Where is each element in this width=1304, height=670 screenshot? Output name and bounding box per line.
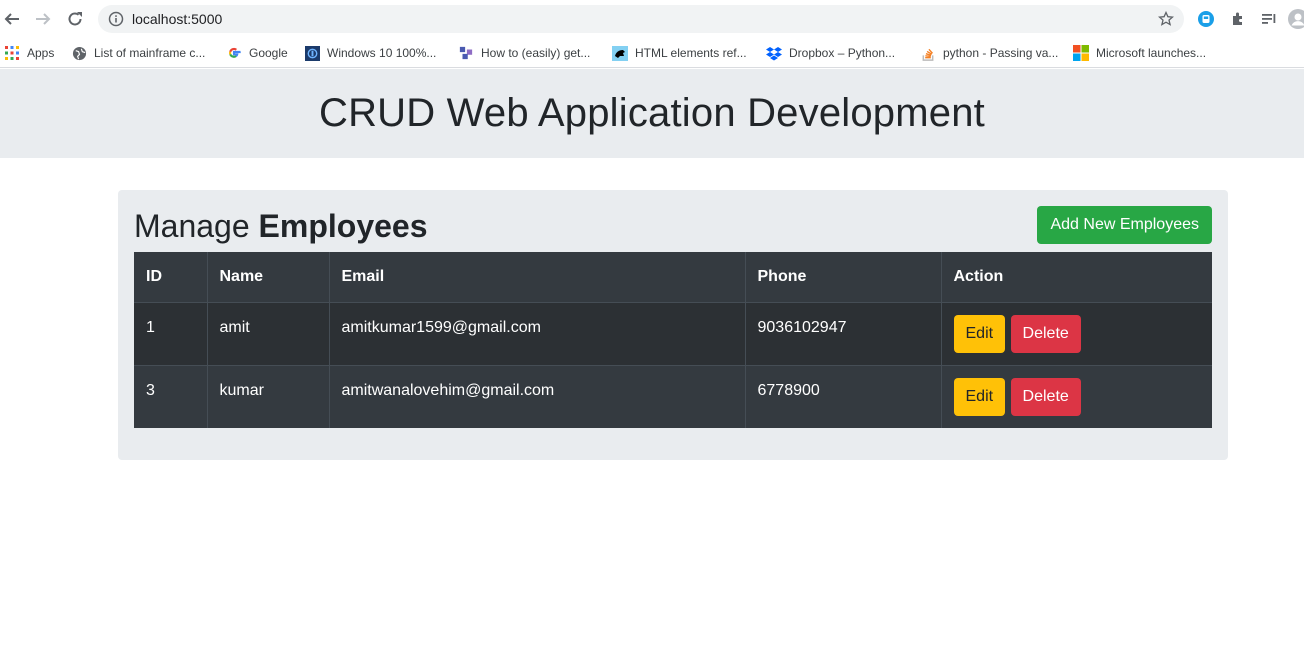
extension-icon[interactable] — [1196, 9, 1216, 29]
header-jumbotron: CRUD Web Application Development — [0, 69, 1304, 158]
profile-avatar-icon[interactable] — [1288, 9, 1304, 29]
edit-button[interactable]: Edit — [953, 314, 1006, 353]
column-header-phone: Phone — [745, 252, 942, 303]
bookmark-label: HTML elements ref... — [635, 46, 747, 60]
bookmark-star-icon[interactable] — [1157, 10, 1175, 32]
bookmark-item[interactable]: Google — [226, 43, 288, 63]
microsoft-icon — [1073, 45, 1089, 61]
column-header-id: ID — [134, 252, 208, 303]
bookmark-label: Windows 10 100%... — [327, 46, 437, 60]
bookmark-apps[interactable]: Apps — [4, 43, 54, 63]
bookmark-label: Microsoft launches... — [1096, 46, 1207, 60]
page-title: CRUD Web Application Development — [319, 91, 985, 135]
dropbox-icon — [766, 45, 782, 61]
bookmark-item[interactable]: Microsoft launches... — [1073, 43, 1206, 63]
bookmarks-bar: Apps List of mainframe c... Google Windo… — [0, 38, 1304, 68]
stackoverflow-icon — [920, 45, 936, 61]
bookmark-item[interactable]: python - Passing va... — [920, 43, 1058, 63]
bookmark-label: How to (easily) get... — [481, 46, 591, 60]
back-arrow-icon[interactable] — [0, 7, 24, 31]
bookmark-label: python - Passing va... — [943, 46, 1059, 60]
edit-button[interactable]: Edit — [953, 377, 1006, 416]
puzzle-icon[interactable] — [1228, 9, 1248, 29]
bookmark-label: Apps — [27, 46, 55, 60]
add-employee-button[interactable]: Add New Employees — [1037, 206, 1212, 244]
google-icon — [226, 45, 242, 61]
column-header-name: Name — [207, 252, 330, 303]
cell-id: 1 — [134, 302, 208, 365]
panel-title-bold: Employees — [258, 208, 428, 244]
cell-email: amitwanalovehim@gmail.com — [329, 365, 746, 428]
windows-site-icon — [304, 45, 320, 61]
employees-panel: Manage Employees Add New Employees ID Na… — [118, 190, 1228, 460]
delete-button[interactable]: Delete — [1010, 377, 1081, 416]
table-row: 3 kumar amitwanalovehim@gmail.com 677890… — [134, 365, 1212, 428]
employees-table: ID Name Email Phone Action 1 amit amitku… — [134, 252, 1212, 428]
cell-phone: 6778900 — [745, 365, 942, 428]
cell-name: kumar — [207, 365, 330, 428]
cell-action: Edit Delete — [941, 302, 1212, 365]
bookmark-item[interactable]: Dropbox – Python... — [766, 43, 895, 63]
reload-icon[interactable] — [63, 7, 87, 31]
panel-title: Manage Employees — [134, 208, 428, 245]
info-icon[interactable] — [108, 11, 124, 32]
table-row: 1 amit amitkumar1599@gmail.com 903610294… — [134, 302, 1212, 365]
url-text[interactable]: localhost:5000 — [132, 11, 222, 27]
bookmark-item[interactable]: HTML elements ref... — [612, 43, 747, 63]
cell-id: 3 — [134, 365, 208, 428]
cell-action: Edit Delete — [941, 365, 1212, 428]
bookmark-item[interactable]: How to (easily) get... — [458, 43, 590, 63]
forward-arrow-icon[interactable] — [31, 7, 55, 31]
apps-grid-icon — [4, 45, 20, 61]
bookmark-label: Google — [249, 46, 288, 60]
column-header-email: Email — [329, 252, 746, 303]
cell-name: amit — [207, 302, 330, 365]
bookmark-item[interactable]: List of mainframe c... — [71, 43, 205, 63]
table-header-row: ID Name Email Phone Action — [134, 252, 1212, 303]
bookmark-item[interactable]: Windows 10 100%... — [304, 43, 436, 63]
bookmark-label: List of mainframe c... — [94, 46, 206, 60]
site-icon — [458, 45, 474, 61]
delete-button[interactable]: Delete — [1010, 314, 1081, 353]
cell-phone: 9036102947 — [745, 302, 942, 365]
panel-title-prefix: Manage — [134, 208, 250, 244]
cell-email: amitkumar1599@gmail.com — [329, 302, 746, 365]
mdn-icon — [612, 45, 628, 61]
browser-toolbar: localhost:5000 — [0, 0, 1304, 38]
column-header-action: Action — [941, 252, 1212, 303]
globe-icon — [71, 45, 87, 61]
address-bar[interactable]: localhost:5000 — [98, 5, 1184, 33]
reading-list-icon[interactable] — [1259, 9, 1279, 29]
bookmark-label: Dropbox – Python... — [789, 46, 896, 60]
